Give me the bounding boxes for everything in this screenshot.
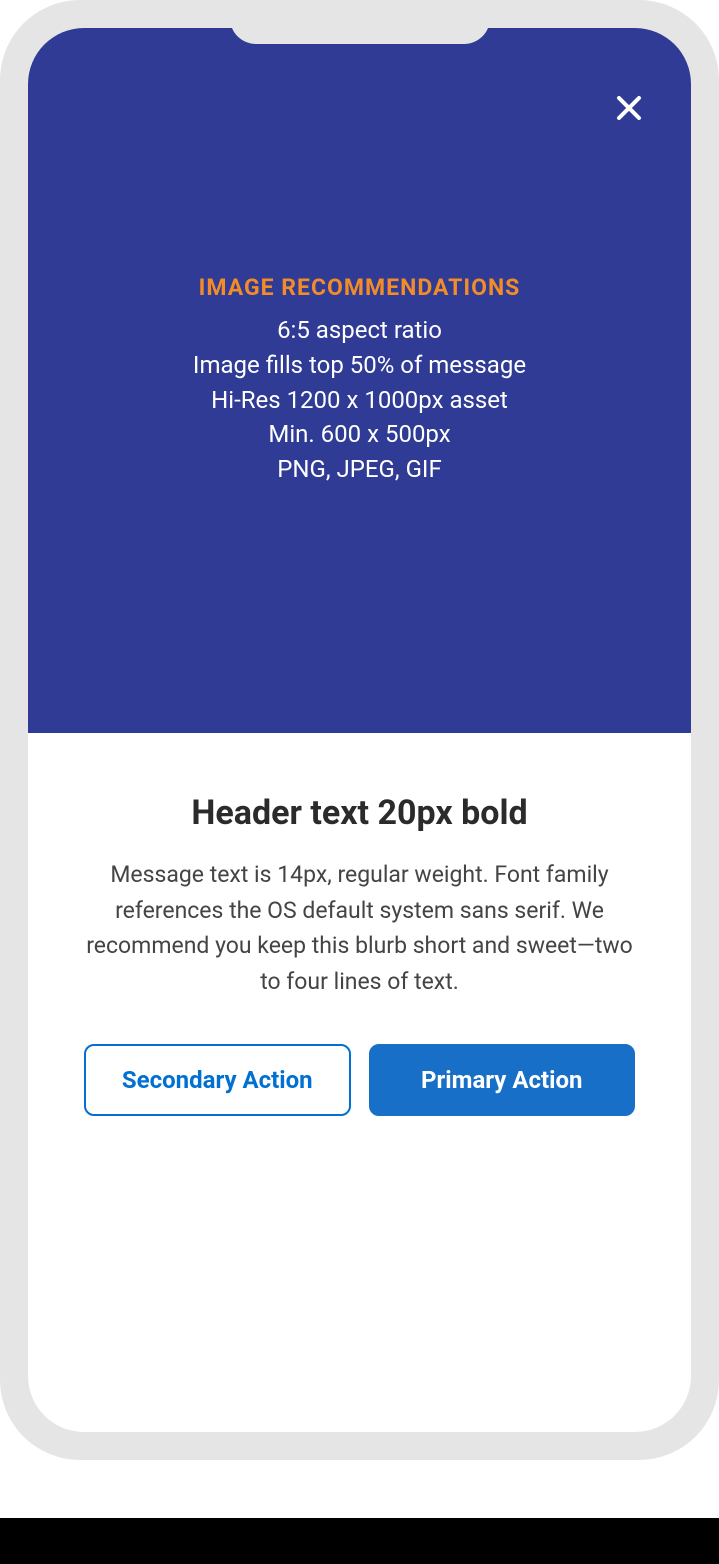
- button-row: Secondary Action Primary Action: [78, 1044, 641, 1116]
- message-content-area: Header text 20px bold Message text is 14…: [28, 733, 691, 1116]
- image-rec-line: Hi-Res 1200 x 1000px asset: [211, 383, 508, 418]
- close-icon: [614, 93, 644, 127]
- header-text: Header text 20px bold: [78, 793, 641, 833]
- message-body-text: Message text is 14px, regular weight. Fo…: [78, 857, 641, 1000]
- device-notch: [230, 0, 490, 44]
- image-recommendations-title: IMAGE RECOMMENDATIONS: [199, 274, 521, 301]
- device-frame: IMAGE RECOMMENDATIONS 6:5 aspect ratio I…: [0, 0, 719, 1460]
- device-screen: IMAGE RECOMMENDATIONS 6:5 aspect ratio I…: [28, 28, 691, 1432]
- close-button[interactable]: [607, 88, 651, 132]
- image-rec-line: PNG, JPEG, GIF: [277, 452, 441, 487]
- image-rec-line: Image fills top 50% of message: [193, 348, 526, 383]
- caption-bar: [0, 1518, 719, 1564]
- secondary-button-label: Secondary Action: [122, 1066, 313, 1094]
- image-placeholder-area: IMAGE RECOMMENDATIONS 6:5 aspect ratio I…: [28, 28, 691, 733]
- secondary-action-button[interactable]: Secondary Action: [84, 1044, 351, 1116]
- image-rec-line: 6:5 aspect ratio: [277, 313, 442, 348]
- image-rec-line: Min. 600 x 500px: [268, 417, 450, 452]
- primary-action-button[interactable]: Primary Action: [369, 1044, 636, 1116]
- primary-button-label: Primary Action: [421, 1066, 582, 1094]
